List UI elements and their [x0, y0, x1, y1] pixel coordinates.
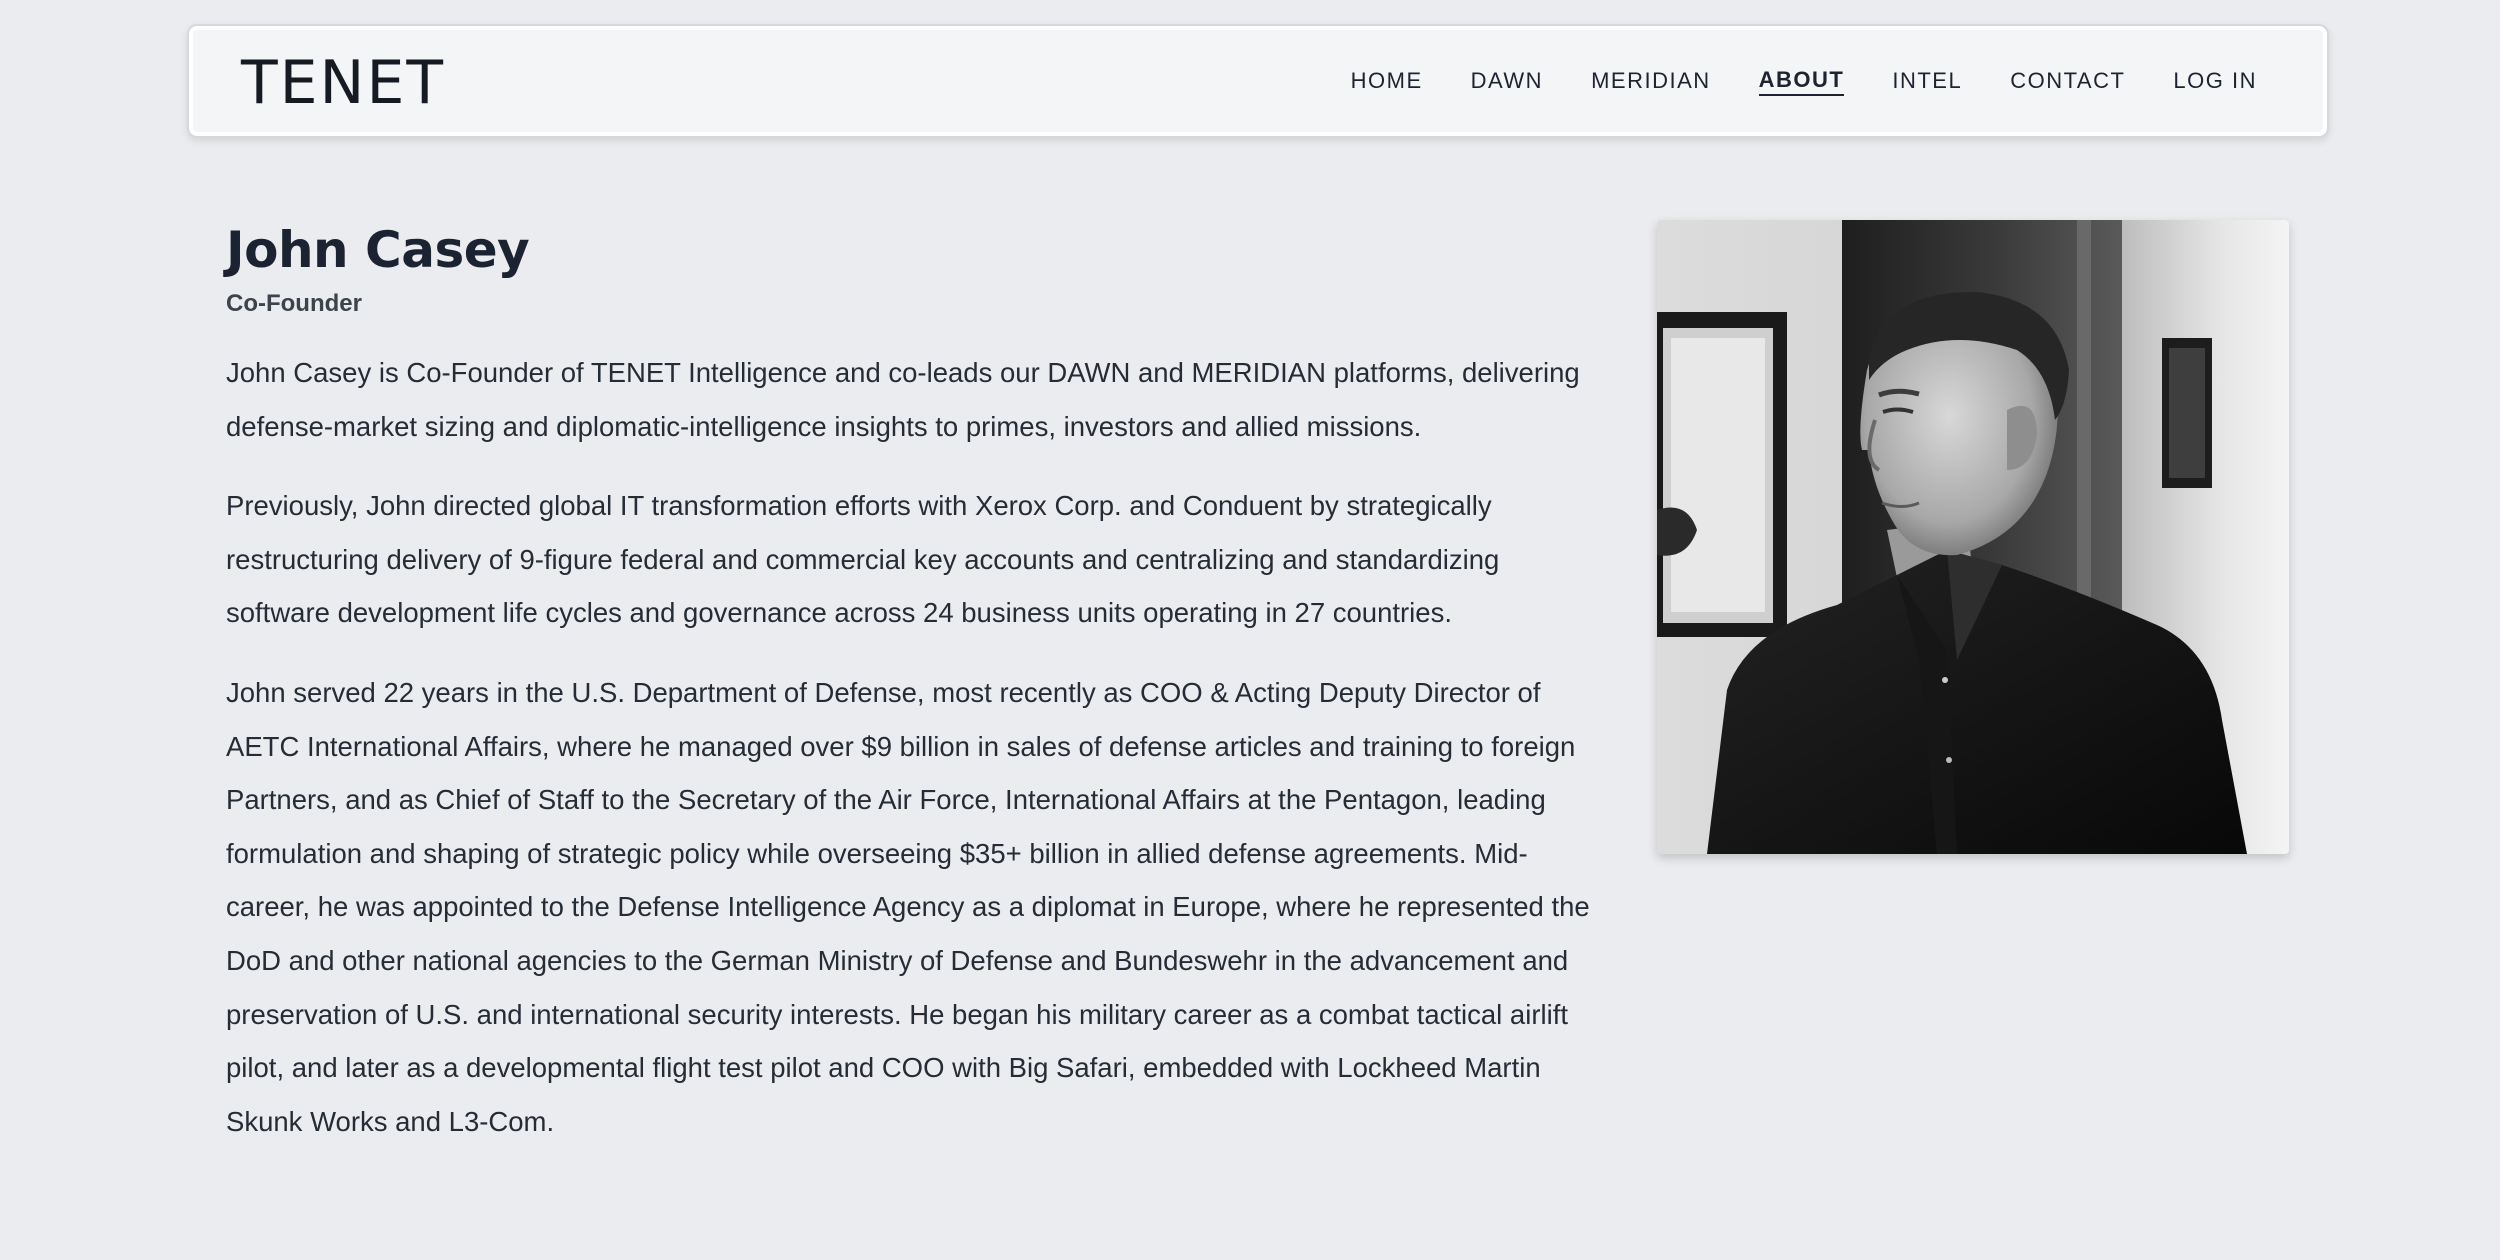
nav-item-intel[interactable]: INTEL	[1892, 66, 1962, 96]
nav-item-meridian[interactable]: MERIDIAN	[1591, 66, 1711, 96]
person-name: John Casey	[226, 221, 530, 279]
nav-item-about[interactable]: ABOUT	[1758, 66, 1845, 96]
profile-content: John Casey Co-Founder John Casey is Co-F…	[226, 215, 1596, 1174]
nav-menu: HOME DAWN MERIDIAN ABOUT INTEL CONTACT L…	[1351, 26, 2257, 136]
nav-item-home[interactable]: HOME	[1351, 66, 1423, 96]
person-role: Co-Founder	[226, 290, 362, 317]
bio-paragraph: John Casey is Co-Founder of TENET Intell…	[226, 357, 1580, 442]
nav-item-contact[interactable]: CONTACT	[2010, 66, 2125, 96]
bio-section: John Casey is Co-Founder of TENET Intell…	[226, 346, 1596, 1148]
nav-item-dawn[interactable]: DAWN	[1471, 66, 1543, 96]
top-navbar: TENET HOME DAWN MERIDIAN ABOUT INTEL CON…	[187, 24, 2329, 138]
bio-paragraph: Previously, John directed global IT tran…	[226, 490, 1500, 629]
nav-item-log-in[interactable]: LOG IN	[2173, 66, 2257, 96]
profile-photo	[1657, 220, 2289, 854]
bio-paragraph: John served 22 years in the U.S. Departm…	[226, 676, 1590, 1137]
tenet-logo[interactable]: TENET	[241, 48, 445, 118]
